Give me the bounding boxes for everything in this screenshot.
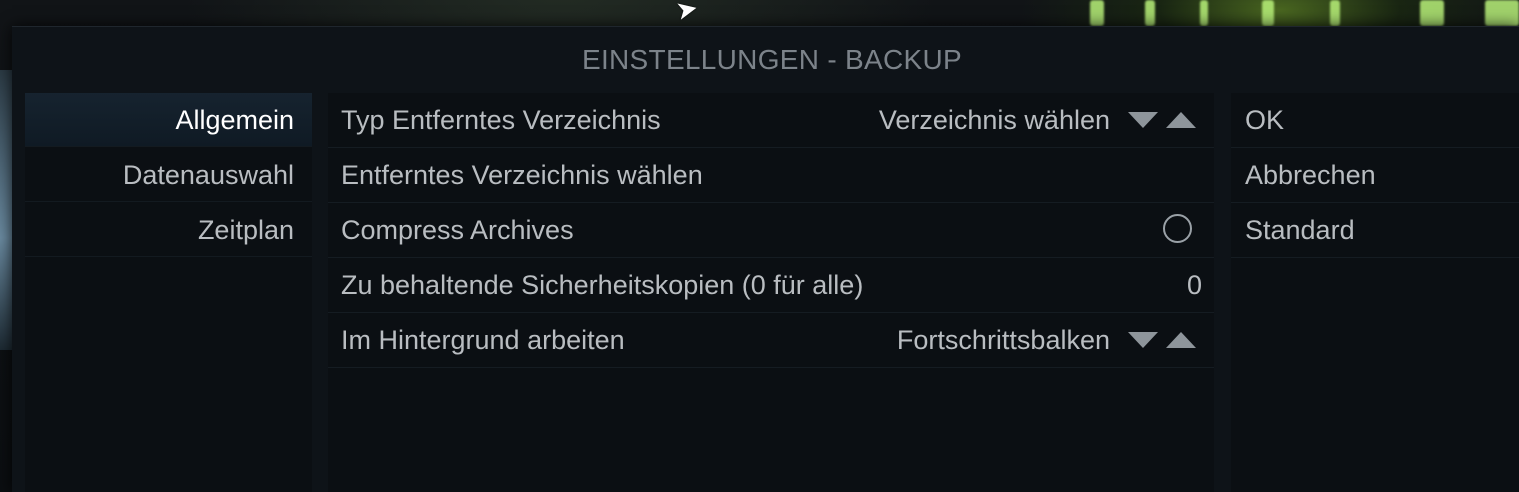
background-strip — [0, 70, 12, 350]
spinner-control — [1128, 332, 1198, 350]
setting-value: Verzeichnis wählen — [878, 105, 1110, 135]
triangle-down-icon[interactable] — [1128, 112, 1158, 128]
setting-label: Entferntes Verzeichnis wählen — [341, 160, 703, 190]
settings-list: Typ Entferntes Verzeichnis Verzeichnis w… — [328, 93, 1214, 492]
setting-value: Fortschrittsbalken — [896, 325, 1110, 355]
setting-background-work[interactable]: Im Hintergrund arbeiten Fortschrittsbalk… — [328, 313, 1214, 368]
setting-label: Im Hintergrund arbeiten — [341, 325, 625, 355]
ok-button[interactable]: OK — [1231, 93, 1519, 148]
dialog-title: EINSTELLUNGEN - BACKUP — [581, 44, 963, 75]
triangle-down-icon[interactable] — [1128, 332, 1158, 348]
category-datenauswahl[interactable]: Datenauswahl — [25, 148, 312, 202]
category-list: Allgemein Datenauswahl Zeitplan — [25, 93, 312, 492]
triangle-up-icon[interactable] — [1166, 112, 1196, 128]
background-glow — [1200, 0, 1208, 26]
background-glow — [1330, 0, 1340, 26]
background-glow — [1485, 0, 1519, 26]
background-glow — [1090, 0, 1104, 26]
category-zeitplan[interactable]: Zeitplan — [25, 203, 312, 257]
triangle-up-icon[interactable] — [1166, 332, 1196, 348]
setting-choose-remote-dir[interactable]: Entferntes Verzeichnis wählen — [328, 148, 1214, 203]
button-label: Abbrechen — [1245, 160, 1376, 190]
background-glow — [1262, 0, 1274, 26]
setting-value: 0 — [1186, 270, 1202, 300]
background-glow — [1145, 0, 1155, 26]
setting-compress-archives[interactable]: Compress Archives — [328, 203, 1214, 258]
setting-backups-to-keep[interactable]: Zu behaltende Sicherheitskopien (0 für a… — [328, 258, 1214, 313]
background-glow — [1420, 0, 1444, 26]
setting-label: Compress Archives — [341, 215, 574, 245]
cancel-button[interactable]: Abbrechen — [1231, 148, 1519, 203]
category-label: Datenauswahl — [122, 160, 294, 190]
setting-label: Zu behaltende Sicherheitskopien (0 für a… — [341, 270, 864, 300]
setting-remote-dir-type[interactable]: Typ Entferntes Verzeichnis Verzeichnis w… — [328, 93, 1214, 148]
category-allgemein[interactable]: Allgemein — [25, 93, 312, 147]
category-label: Zeitplan — [197, 215, 294, 245]
button-label: Standard — [1245, 215, 1355, 245]
setting-label: Typ Entferntes Verzeichnis — [341, 105, 661, 135]
category-label: Allgemein — [175, 105, 294, 135]
button-label: OK — [1245, 105, 1285, 135]
settings-dialog: EINSTELLUNGEN - BACKUP Allgemein Datenau… — [12, 26, 1519, 492]
radio-off-icon[interactable] — [1163, 214, 1192, 243]
button-list: OK Abbrechen Standard — [1231, 93, 1519, 492]
spinner-control — [1128, 112, 1198, 130]
defaults-button[interactable]: Standard — [1231, 203, 1519, 258]
